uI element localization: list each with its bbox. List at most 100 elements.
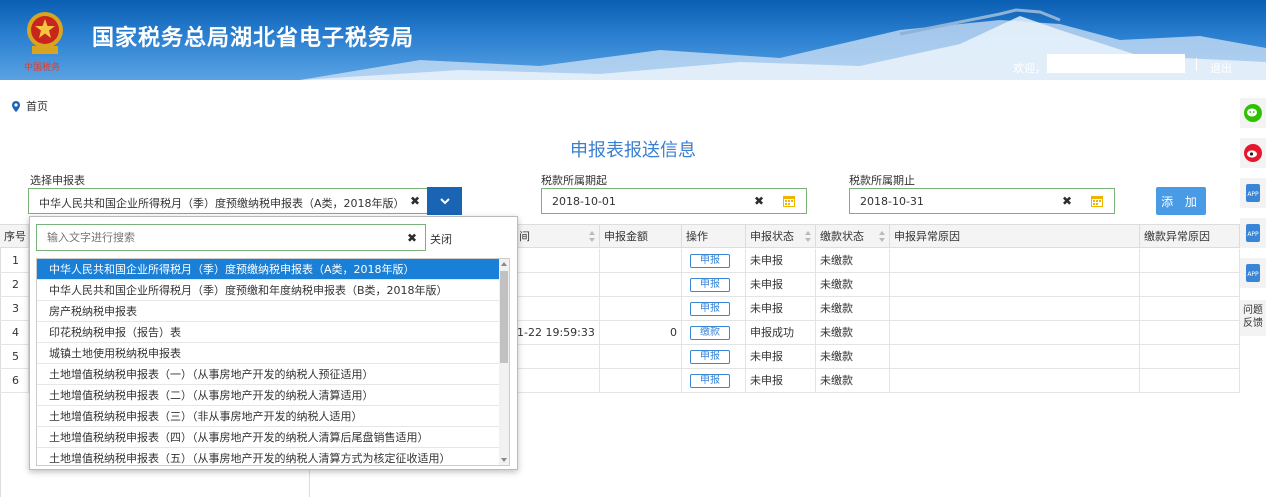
cell-seq: 3 (0, 297, 29, 321)
cell-seq: 1 (0, 249, 29, 273)
cell-decl-status: 未申报 (746, 297, 816, 321)
report-dropdown-button[interactable] (427, 187, 462, 215)
period-end-label: 税款所属期止 (849, 174, 915, 187)
tax-bureau-emblem-icon (27, 12, 63, 54)
dropdown-close-button[interactable]: 关闭 (430, 231, 452, 247)
cell-amount (600, 249, 682, 273)
svg-text:APP: APP (1247, 231, 1259, 238)
cell-pay-status: 未缴款 (816, 345, 890, 369)
cell-action: 缴款 (682, 321, 746, 345)
period-start-input[interactable]: 2018-10-01 ✖ (541, 188, 807, 214)
app-download-button[interactable]: APP (1240, 258, 1266, 288)
report-dropdown-panel: ✖ 关闭 中华人民共和国企业所得税月（季）度预缴纳税申报表（A类，2018年版）… (29, 216, 518, 470)
dropdown-search-input[interactable] (37, 225, 397, 250)
welcome-text: 欢迎， (1013, 62, 1046, 75)
dropdown-option[interactable]: 中华人民共和国企业所得税月（季）度预缴纳税申报表（A类，2018年版） (37, 259, 503, 280)
app-icon: APP (1246, 224, 1260, 242)
declare-button[interactable]: 申报 (690, 254, 730, 268)
cell-decl-reason (890, 345, 1140, 369)
scroll-up-icon[interactable] (501, 262, 507, 266)
cell-pay-reason (1140, 321, 1240, 345)
cell-decl-status: 未申报 (746, 249, 816, 273)
cell-pay-reason (1140, 249, 1240, 273)
declare-button[interactable]: 申报 (690, 278, 730, 292)
col-header-decl-reason[interactable]: 申报异常原因 (890, 225, 1140, 248)
declare-button[interactable]: 申报 (690, 302, 730, 316)
cell-amount (600, 297, 682, 321)
dropdown-option[interactable]: 土地增值税纳税申报表（四）（从事房地产开发的纳税人清算后尾盘销售适用） (37, 427, 503, 448)
cell-pay-status: 未缴款 (816, 321, 890, 345)
clear-icon[interactable]: ✖ (407, 231, 417, 245)
cell-decl-reason (890, 369, 1140, 393)
calendar-icon[interactable] (1090, 194, 1104, 208)
app-download-button[interactable]: APP (1240, 218, 1266, 248)
dropdown-option[interactable]: 房产税纳税申报表 (37, 301, 503, 322)
cell-amount (600, 345, 682, 369)
header-banner: 中国税务 国家税务总局湖北省电子税务局 欢迎， 退出 (0, 0, 1266, 80)
dropdown-option[interactable]: 土地增值税纳税申报表（三）（非从事房地产开发的纳税人适用） (37, 406, 503, 427)
feedback-button[interactable]: 问题反馈 (1240, 300, 1266, 336)
cell-pay-status: 未缴款 (816, 297, 890, 321)
dropdown-option[interactable]: 土地增值税纳税申报表（五）（从事房地产开发的纳税人清算方式为核定征收适用） (37, 448, 503, 465)
breadcrumb-home[interactable]: 首页 (26, 98, 48, 114)
wechat-button[interactable] (1240, 98, 1266, 128)
clear-icon[interactable]: ✖ (410, 194, 420, 208)
sort-icon (805, 231, 811, 242)
cell-decl-reason (890, 321, 1140, 345)
col-header-pay-reason[interactable]: 缴款异常原因 (1140, 225, 1240, 248)
cell-amount (600, 369, 682, 393)
cell-pay-reason (1140, 369, 1240, 393)
clear-icon[interactable]: ✖ (754, 194, 764, 208)
cell-pay-status: 未缴款 (816, 369, 890, 393)
clear-icon[interactable]: ✖ (1062, 194, 1072, 208)
col-header-pay-status[interactable]: 缴款状态 (816, 225, 890, 248)
cell-seq: 6 (0, 369, 29, 393)
cell-seq: 5 (0, 345, 29, 369)
logout-link[interactable]: 退出 (1210, 60, 1232, 76)
calendar-icon[interactable] (782, 194, 796, 208)
pay-button[interactable]: 缴款 (690, 326, 730, 340)
dropdown-option[interactable]: 土地增值税纳税申报表（二）（从事房地产开发的纳税人清算适用） (37, 385, 503, 406)
col-header-decl-status[interactable]: 申报状态 (746, 225, 816, 248)
col-header-amount[interactable]: 申报金额 (600, 225, 682, 248)
scroll-down-icon[interactable] (501, 458, 507, 462)
motto-text: 中国税务 (24, 63, 61, 73)
page-title: 申报表报送信息 (570, 140, 696, 161)
cell-decl-status: 未申报 (746, 273, 816, 297)
cell-decl-reason (890, 273, 1140, 297)
cell-action: 申报 (682, 249, 746, 273)
add-button[interactable]: 添 加 (1156, 187, 1206, 215)
col-header-action: 操作 (682, 225, 746, 248)
cell-amount: 0 (600, 321, 682, 345)
col-header-seq[interactable]: 序号 (0, 225, 29, 248)
sort-icon (589, 231, 595, 242)
site-title: 国家税务总局湖北省电子税务局 (92, 26, 415, 51)
dropdown-option[interactable]: 中华人民共和国企业所得税月（季）度预缴和年度纳税申报表（B类，2018年版） (37, 280, 503, 301)
dropdown-scrollbar[interactable] (499, 259, 509, 465)
app-download-button[interactable]: APP (1240, 178, 1266, 208)
breadcrumb: 首页 (12, 98, 48, 114)
period-end-input[interactable]: 2018-10-31 ✖ (849, 188, 1115, 214)
sort-icon (879, 231, 885, 242)
cell-action: 申报 (682, 273, 746, 297)
cell-seq: 2 (0, 273, 29, 297)
dropdown-option[interactable]: 城镇土地使用税纳税申报表 (37, 343, 503, 364)
report-select-value: 中华人民共和国企业所得税月（季）度预缴纳税申报表（A类，2018年版） (39, 197, 405, 210)
cell-pay-reason (1140, 273, 1240, 297)
username-field (1047, 54, 1185, 73)
report-select[interactable]: 中华人民共和国企业所得税月（季）度预缴纳税申报表（A类，2018年版） ✖ (28, 188, 462, 214)
dropdown-option[interactable]: 印花税纳税申报（报告）表 (37, 322, 503, 343)
cell-action: 申报 (682, 369, 746, 393)
dropdown-option[interactable]: 土地增值税纳税申报表（一）（从事房地产开发的纳税人预征适用） (37, 364, 503, 385)
dropdown-options-list: 中华人民共和国企业所得税月（季）度预缴纳税申报表（A类，2018年版） 中华人民共… (36, 258, 510, 466)
cell-decl-status: 申报成功 (746, 321, 816, 345)
report-select-label: 选择申报表 (30, 174, 85, 187)
period-end-value: 2018-10-31 (860, 195, 924, 208)
declare-button[interactable]: 申报 (690, 350, 730, 364)
dropdown-search: ✖ (36, 224, 426, 251)
app-icon: APP (1246, 264, 1260, 282)
cell-pay-reason (1140, 297, 1240, 321)
scrollbar-thumb[interactable] (500, 271, 508, 363)
declare-button[interactable]: 申报 (690, 374, 730, 388)
weibo-button[interactable] (1240, 138, 1266, 168)
